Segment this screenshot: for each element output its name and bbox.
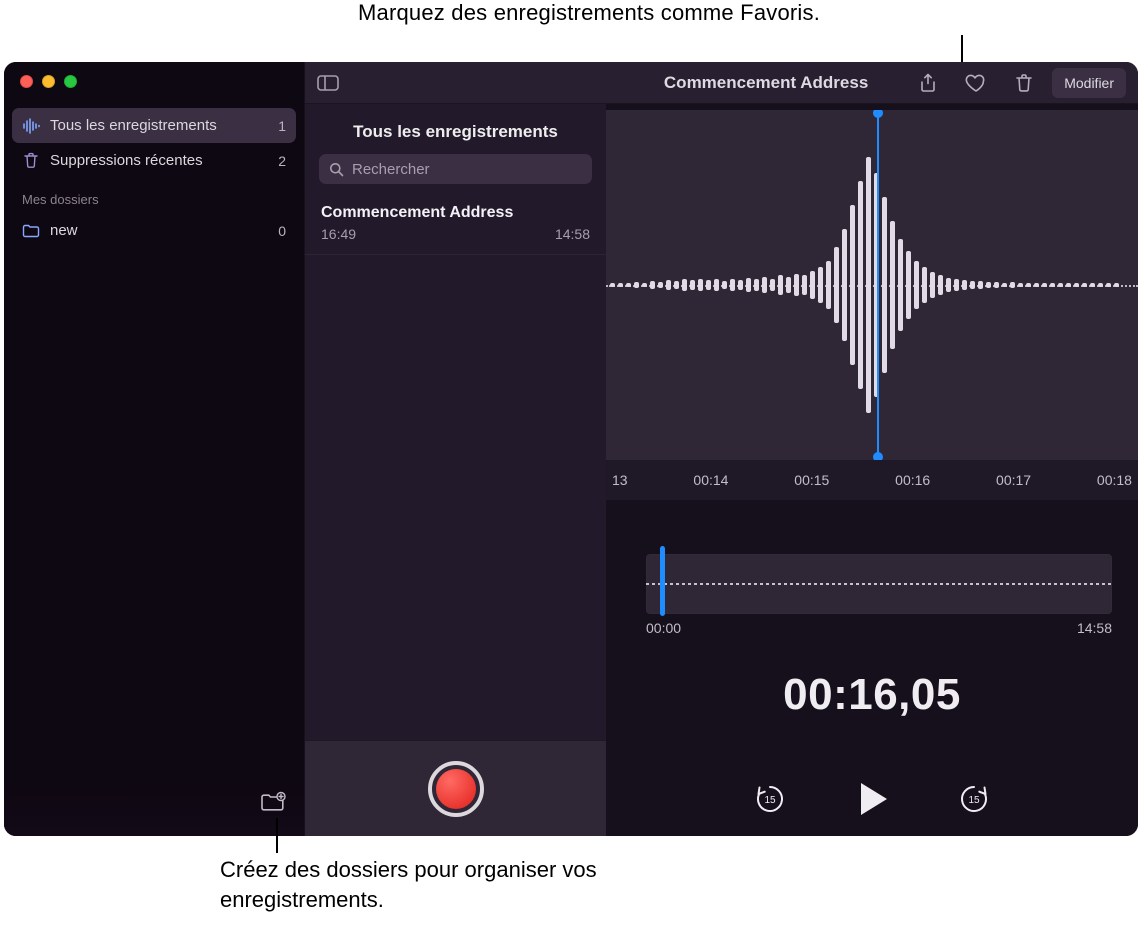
overview-labels: 00:00 14:58: [646, 620, 1112, 636]
sidebar-item-recently-deleted[interactable]: Suppressions récentes 2: [12, 143, 296, 178]
recording-time: 16:49: [321, 226, 356, 242]
sidebar-item-label: Suppressions récentes: [50, 152, 203, 169]
waveform-icon: [22, 118, 40, 134]
timeline-tick: 00:15: [794, 472, 829, 488]
detail-toolbar: Commencement Address Modifier: [606, 62, 1138, 104]
svg-text:15: 15: [968, 795, 980, 806]
recording-meta: 16:49 14:58: [321, 226, 590, 242]
callout-newfolder: Créez des dossiers pour organiser vos en…: [220, 855, 650, 914]
timeline-tick: 00:14: [693, 472, 728, 488]
sidebar-item-count: 2: [278, 153, 286, 169]
waveform-bars: [606, 110, 1138, 460]
close-window-button[interactable]: [20, 75, 33, 88]
minimize-window-button[interactable]: [42, 75, 55, 88]
waveform-zoom-view[interactable]: [606, 110, 1138, 460]
record-footer: [305, 740, 606, 836]
callout-favorites: Marquez des enregistrements comme Favori…: [358, 0, 998, 26]
sidebar-folder-count: 0: [278, 223, 286, 239]
search-placeholder: Rechercher: [352, 161, 430, 178]
recordings-list-panel: Tous les enregistrements Rechercher Comm…: [305, 62, 606, 836]
recording-detail-title: Commencement Address: [632, 73, 900, 93]
waveform-overview[interactable]: [646, 554, 1112, 614]
current-playback-time: 00:16,05: [606, 670, 1138, 720]
sidebar-folder-label: new: [50, 222, 78, 239]
playback-controls: 15 15: [606, 778, 1138, 820]
recording-title: Commencement Address: [321, 204, 590, 222]
skip-forward-15-button[interactable]: 15: [957, 782, 991, 816]
sidebar-section-my-folders: Mes dossiers: [12, 178, 296, 213]
sidebar-item-label: Tous les enregistrements: [50, 117, 217, 134]
timeline-tick: 13: [612, 472, 628, 488]
search-input[interactable]: Rechercher: [319, 154, 592, 184]
playhead[interactable]: [877, 110, 879, 460]
sidebar-list: Tous les enregistrements 1 Suppressions …: [4, 104, 304, 778]
overview-end: 14:58: [1077, 620, 1112, 636]
recording-duration: 14:58: [555, 226, 590, 242]
sidebar-folder-item[interactable]: new 0: [12, 213, 296, 248]
timeline-tick: 00:17: [996, 472, 1031, 488]
waveform-timeline: 13 00:14 00:15 00:16 00:17 00:18: [606, 460, 1138, 500]
record-icon: [436, 769, 476, 809]
sidebar-item-all-recordings[interactable]: Tous les enregistrements 1: [12, 108, 296, 143]
edit-button[interactable]: Modifier: [1052, 68, 1126, 98]
voice-memos-window: Tous les enregistrements 1 Suppressions …: [4, 62, 1138, 836]
toggle-sidebar-button[interactable]: [305, 75, 351, 91]
share-button[interactable]: [908, 68, 948, 98]
maximize-window-button[interactable]: [64, 75, 77, 88]
delete-button[interactable]: [1004, 68, 1044, 98]
new-folder-button[interactable]: [260, 791, 286, 813]
overview-start: 00:00: [646, 620, 681, 636]
overview-playhead[interactable]: [660, 546, 665, 616]
timeline-tick: 00:18: [1097, 472, 1132, 488]
favorite-button[interactable]: [956, 68, 996, 98]
recording-detail-panel: Commencement Address Modifier 13 00:14 0…: [606, 62, 1138, 836]
timeline-tick: 00:16: [895, 472, 930, 488]
trash-icon: [22, 152, 40, 169]
record-button[interactable]: [428, 761, 484, 817]
recordings-list-title: Tous les enregistrements: [305, 104, 606, 152]
folder-icon: [22, 224, 40, 238]
overview-waveform: [646, 583, 1112, 585]
sidebar-footer: [4, 778, 304, 836]
svg-text:15: 15: [764, 795, 776, 806]
search-icon: [329, 162, 344, 177]
window-controls: [4, 62, 304, 104]
sidebar: Tous les enregistrements 1 Suppressions …: [4, 62, 305, 836]
sidebar-item-count: 1: [278, 118, 286, 134]
midlist-header: [305, 62, 606, 104]
play-button[interactable]: [851, 778, 893, 820]
callout-newfolder-line: [276, 818, 278, 853]
recording-list-item[interactable]: Commencement Address 16:49 14:58: [305, 194, 606, 255]
skip-back-15-button[interactable]: 15: [753, 782, 787, 816]
